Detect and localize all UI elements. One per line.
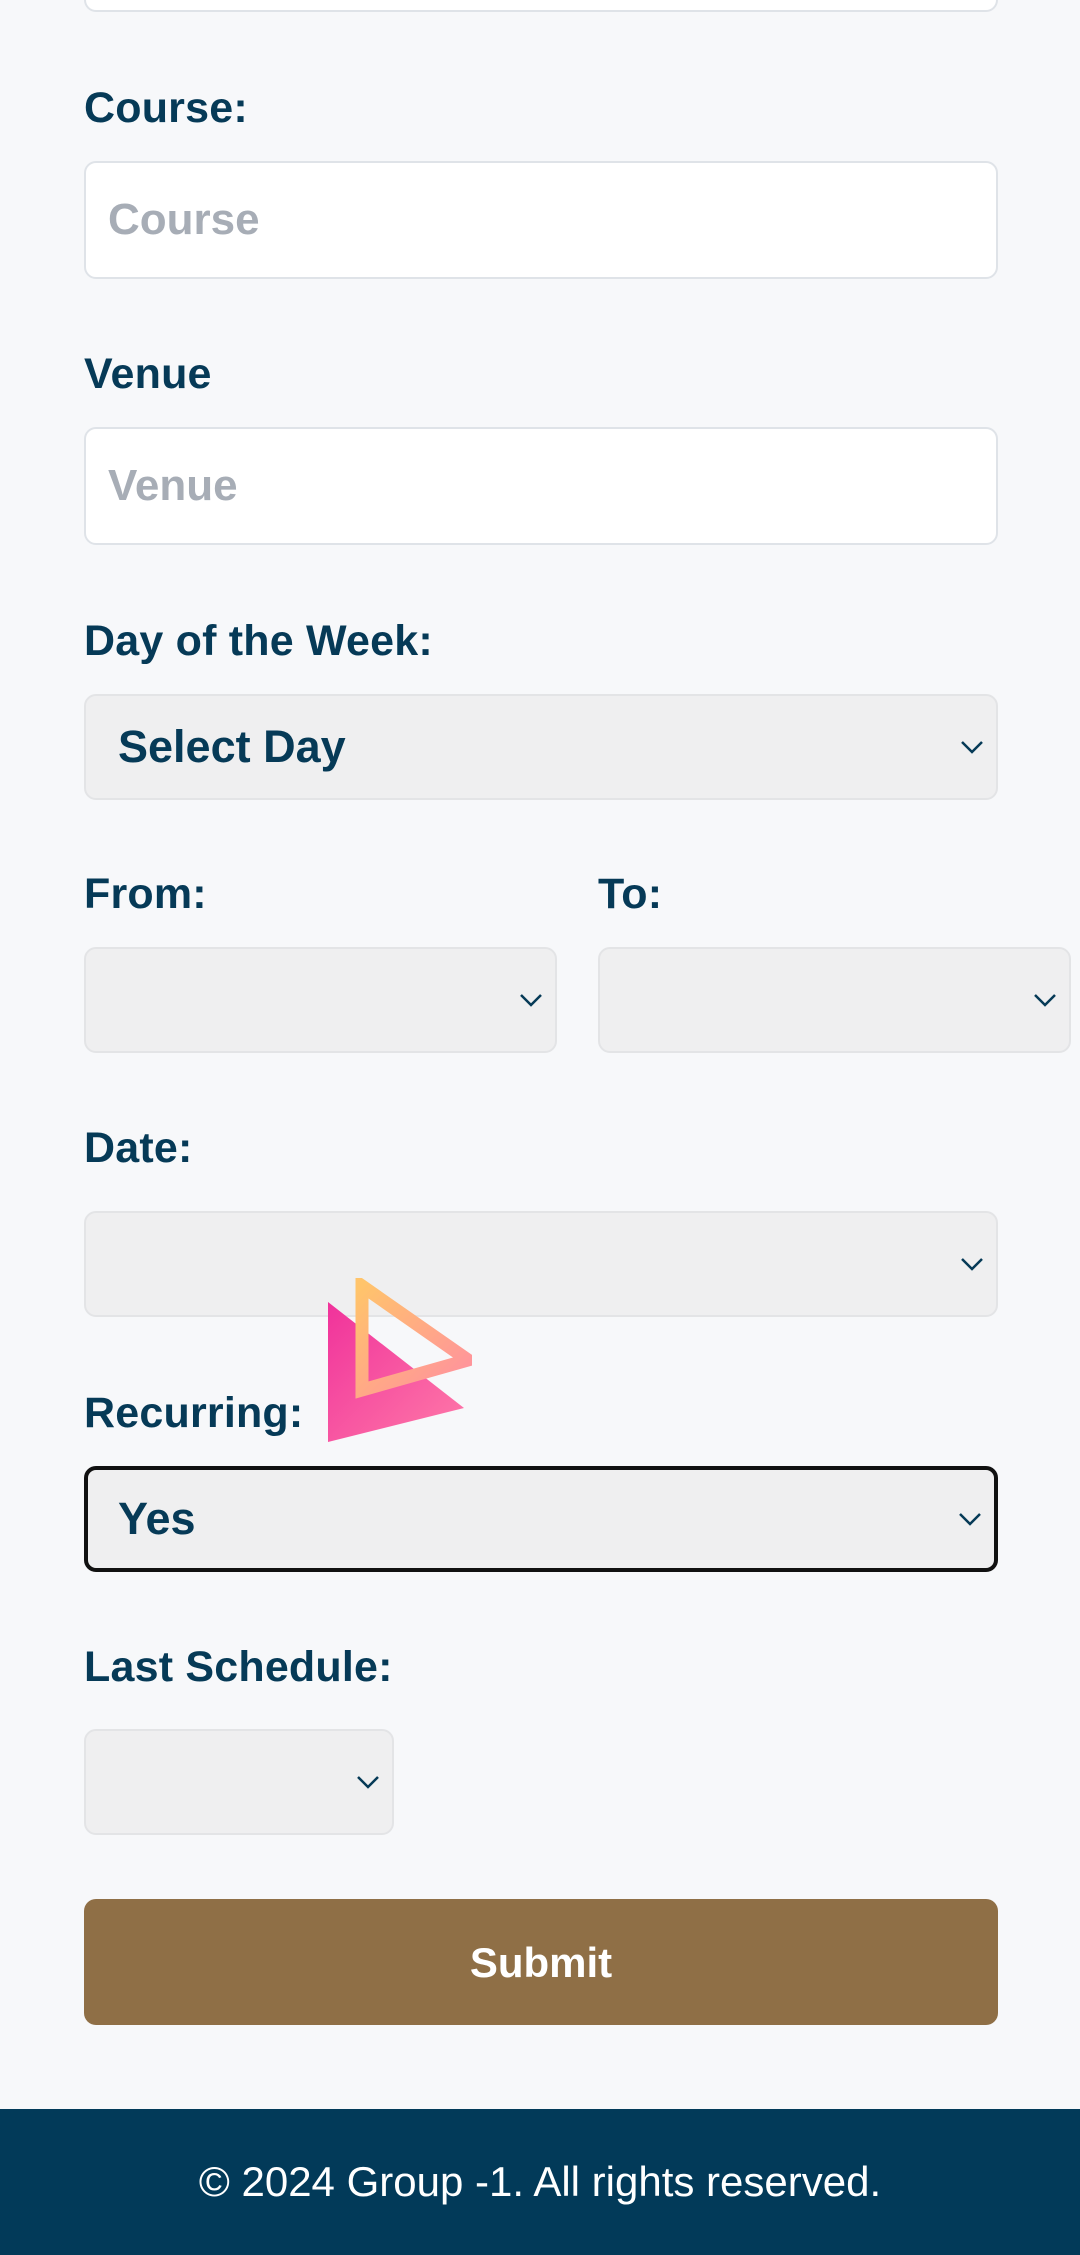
footer-copyright: © 2024 Group -1. All rights reserved. (198, 2158, 882, 2205)
chevron-down-icon (961, 1258, 983, 1271)
from-label: From: (84, 870, 207, 918)
to-label: To: (598, 870, 663, 918)
venue-input[interactable] (84, 427, 998, 545)
day-of-week-select[interactable]: Select Day (84, 694, 998, 800)
recurring-select[interactable]: Yes (84, 1466, 998, 1572)
course-label: Course: (84, 84, 248, 132)
submit-button[interactable]: Submit (84, 1899, 998, 2025)
chevron-down-icon (961, 741, 983, 754)
recurring-value: Yes (118, 1493, 196, 1544)
day-of-week-value: Select Day (118, 721, 346, 772)
venue-label: Venue (84, 350, 212, 398)
chevron-down-icon (1034, 994, 1056, 1007)
course-input[interactable] (84, 161, 998, 279)
pink-triangle-logo-icon (328, 1278, 472, 1442)
last-schedule-select[interactable] (84, 1729, 394, 1835)
recurring-label: Recurring: (84, 1389, 304, 1437)
chevron-down-icon (357, 1776, 379, 1789)
date-label: Date: (84, 1124, 193, 1172)
date-select[interactable] (84, 1211, 998, 1317)
chevron-down-icon (520, 994, 542, 1007)
to-time-select[interactable] (598, 947, 1071, 1053)
last-schedule-label: Last Schedule: (84, 1643, 393, 1691)
day-of-week-label: Day of the Week: (84, 617, 433, 665)
from-time-select[interactable] (84, 947, 557, 1053)
chevron-down-icon (959, 1513, 981, 1526)
footer: © 2024 Group -1. All rights reserved. (0, 2109, 1080, 2255)
previous-field-bottom[interactable] (84, 0, 998, 12)
